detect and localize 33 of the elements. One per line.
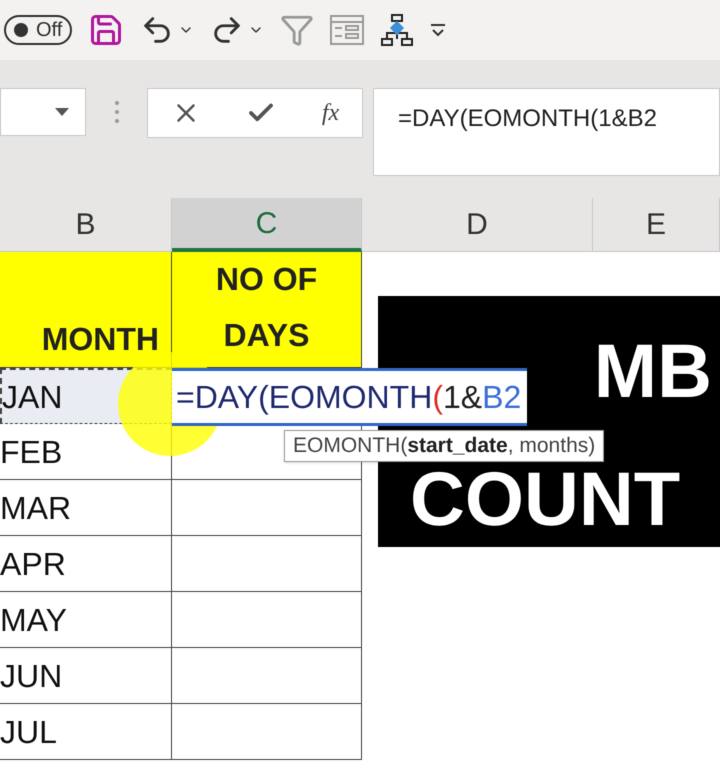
table-cell[interactable]: JUL [0,704,172,760]
table-cell[interactable] [172,704,362,760]
function-tooltip: EOMONTH(start_date, months) [284,430,604,462]
filter-icon[interactable] [280,13,314,47]
table-cell[interactable]: MAY [0,592,172,648]
insert-function-button[interactable]: fx [322,95,340,131]
cell-editor[interactable]: =DAY(EOMONTH(1&B2 [172,368,528,426]
formula-token: ( [432,378,443,417]
column-header[interactable]: B [0,198,172,252]
column-header[interactable]: D [362,198,593,252]
formula-token: B2 [482,378,522,417]
column-header[interactable]: C [172,198,362,252]
customize-toolbar-icon[interactable] [430,23,446,37]
text-box-line: MB [594,336,712,408]
caret-icon[interactable] [55,108,69,116]
text-box-line: COUNT [410,464,680,536]
table-cell[interactable]: APR [0,536,172,592]
table-cell[interactable]: MAR [0,480,172,536]
table-cell[interactable]: JUN [0,648,172,704]
column-header[interactable]: E [593,198,720,252]
hierarchy-icon[interactable] [380,13,414,47]
table-cell: MONTH [0,252,172,368]
formula-token: =DAY(EOMONTH [176,378,432,417]
table-cell: NO OF DAYS [172,252,362,368]
table-cell[interactable] [172,536,362,592]
table-cell[interactable] [172,592,362,648]
autosave-toggle[interactable]: Off [4,15,72,45]
formula-input[interactable]: =DAY(EOMONTH(1&B2 [373,88,720,176]
form-icon[interactable] [330,15,364,45]
drag-handle-icon[interactable] [114,101,118,123]
table-cell[interactable] [172,648,362,704]
table-cell[interactable] [172,480,362,536]
formula-token: 1& [442,378,482,417]
